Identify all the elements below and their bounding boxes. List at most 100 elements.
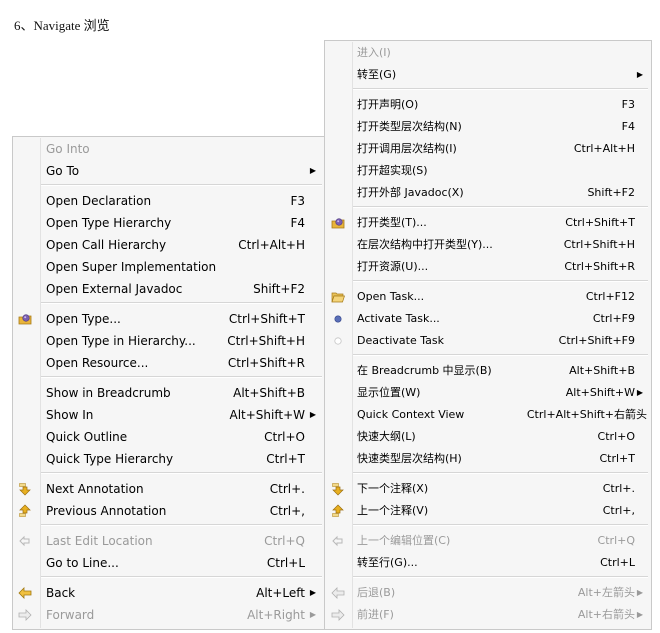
navigate-menu-en: Go Into Go To ▶ Open Declaration F3 Open… <box>12 136 326 630</box>
menu-item-open-type[interactable]: Open Type... Ctrl+Shift+T <box>13 308 325 330</box>
menu-item-label: Open Declaration <box>46 194 152 208</box>
menu-item-label: Next Annotation <box>46 482 144 496</box>
chevron-right-icon: ▶ <box>309 610 316 619</box>
menu-item-shortcut: F4 <box>621 120 635 133</box>
menu-item-shortcut: Ctrl+T <box>599 452 635 465</box>
menu-separator <box>41 524 322 526</box>
menu-item-open-resource[interactable]: Open Resource... Ctrl+Shift+R <box>13 352 325 374</box>
menu-item-label: Open Call Hierarchy <box>46 238 167 252</box>
menu-separator <box>353 354 648 356</box>
menu-item-show-in-breadcrumb[interactable]: 在 Breadcrumb 中显示(B) Alt+Shift+B <box>325 360 651 382</box>
menu-item-open-call-hierarchy[interactable]: 打开调用层次结构(I) Ctrl+Alt+H <box>325 138 651 160</box>
menu-separator <box>353 472 648 474</box>
menu-item-quick-outline[interactable]: Quick Outline Ctrl+O <box>13 426 325 448</box>
menu-item-show-in-breadcrumb[interactable]: Show in Breadcrumb Alt+Shift+B <box>13 382 325 404</box>
menu-item-quick-outline[interactable]: 快速大纲(L) Ctrl+O <box>325 426 651 448</box>
menu-item-shortcut: Ctrl+L <box>266 556 305 570</box>
menu-item-open-type-hierarchy[interactable]: Open Type Hierarchy F4 <box>13 212 325 234</box>
menu-item-back[interactable]: Back Alt+Left ▶ <box>13 582 325 604</box>
menu-item-shortcut: Ctrl+Alt+H <box>573 142 635 155</box>
menu-item-open-type[interactable]: 打开类型(T)... Ctrl+Shift+T <box>325 212 651 234</box>
menu-item-show-in[interactable]: Show In Alt+Shift+W ▶ <box>13 404 325 426</box>
menu-item-open-external-javadoc[interactable]: Open External Javadoc Shift+F2 <box>13 278 325 300</box>
menu-item-quick-type-hierarchy[interactable]: Quick Type Hierarchy Ctrl+T <box>13 448 325 470</box>
menu-item-open-super-implementation[interactable]: 打开超实现(S) <box>325 160 651 182</box>
menu-item-previous-annotation[interactable]: Previous Annotation Ctrl+, <box>13 500 325 522</box>
menu-item-shortcut: Ctrl+Alt+H <box>238 238 305 252</box>
folder-open-icon <box>331 292 345 303</box>
menu-separator <box>41 302 322 304</box>
menu-item-shortcut: Ctrl+Shift+T <box>228 312 305 326</box>
menu-item-back[interactable]: 后退(B) Alt+左箭头 ▶ <box>325 582 651 604</box>
back-arrow-icon <box>18 587 32 599</box>
menu-item-shortcut: Ctrl+F12 <box>585 290 635 303</box>
menu-item-last-edit-location[interactable]: Last Edit Location Ctrl+Q <box>13 530 325 552</box>
menu-item-shortcut: Ctrl+Shift+R <box>227 356 305 370</box>
menu-item-shortcut: Ctrl+Shift+T <box>565 216 635 229</box>
menu-item-last-edit-location[interactable]: 上一个编辑位置(C) Ctrl+Q <box>325 530 651 552</box>
menu-item-open-external-javadoc[interactable]: 打开外部 Javadoc(X) Shift+F2 <box>325 182 651 204</box>
menu-item-forward[interactable]: Forward Alt+Right ▶ <box>13 604 325 626</box>
menu-item-open-super-implementation[interactable]: Open Super Implementation <box>13 256 325 278</box>
menu-item-shortcut: Ctrl+, <box>602 504 635 517</box>
menu-item-open-type-in-hierarchy[interactable]: Open Type in Hierarchy... Ctrl+Shift+H <box>13 330 325 352</box>
chevron-right-icon: ▶ <box>636 588 643 597</box>
menu-item-forward[interactable]: 前进(F) Alt+右箭头 ▶ <box>325 604 651 626</box>
menu-item-go-into[interactable]: Go Into <box>13 138 325 160</box>
menu-item-label: Open Type... <box>46 312 121 326</box>
menu-item-go-to-line[interactable]: Go to Line... Ctrl+L <box>13 552 325 574</box>
menu-item-quick-context-view[interactable]: Quick Context View Ctrl+Alt+Shift+右箭头 <box>325 404 651 426</box>
menu-separator <box>353 576 648 578</box>
menu-item-label: Show In <box>46 408 94 422</box>
menu-item-open-call-hierarchy[interactable]: Open Call Hierarchy Ctrl+Alt+H <box>13 234 325 256</box>
menu-item-label: 在层次结构中打开类型(Y)... <box>357 238 493 251</box>
up-arrow-annotation-icon <box>19 504 31 517</box>
menu-item-open-declaration[interactable]: 打开声明(O) F3 <box>325 94 651 116</box>
menu-item-shortcut: Ctrl+L <box>600 556 635 569</box>
menu-item-go-to-line[interactable]: 转至行(G)... Ctrl+L <box>325 552 651 574</box>
menu-item-shortcut: Alt+右箭头 <box>577 608 635 621</box>
menu-item-open-type-hierarchy[interactable]: 打开类型层次结构(N) F4 <box>325 116 651 138</box>
menu-item-label: Last Edit Location <box>46 534 153 548</box>
menu-item-shortcut: Ctrl+F9 <box>592 312 635 325</box>
navigate-menu-zh: 进入(I) 转至(G) ▶ 打开声明(O) F3 打开类型层次结构(N) F4 … <box>324 40 652 630</box>
menu-item-shortcut: Ctrl+O <box>597 430 635 443</box>
menu-item-show-in[interactable]: 显示位置(W) Alt+Shift+W ▶ <box>325 382 651 404</box>
menu-item-label: 上一个编辑位置(C) <box>357 534 451 547</box>
menu-item-activate-task[interactable]: Activate Task... Ctrl+F9 <box>325 308 651 330</box>
menu-item-shortcut: Ctrl+Shift+H <box>563 238 635 251</box>
menu-separator <box>41 376 322 378</box>
menu-item-label: Quick Outline <box>46 430 128 444</box>
inactive-task-dot-icon <box>334 337 342 345</box>
menu-item-label: Open External Javadoc <box>46 282 183 296</box>
menu-item-open-task[interactable]: Open Task... Ctrl+F12 <box>325 286 651 308</box>
menu-item-label: Previous Annotation <box>46 504 167 518</box>
menu-item-shortcut: F4 <box>290 216 305 230</box>
menu-item-label: Go to Line... <box>46 556 119 570</box>
menu-item-label: 后退(B) <box>357 586 396 599</box>
menu-item-label: 进入(I) <box>357 46 391 59</box>
menu-item-go-to[interactable]: 转至(G) ▶ <box>325 64 651 86</box>
menu-item-open-resource[interactable]: 打开资源(U)... Ctrl+Shift+R <box>325 256 651 278</box>
menu-item-quick-type-hierarchy[interactable]: 快速类型层次结构(H) Ctrl+T <box>325 448 651 470</box>
menu-separator <box>353 280 648 282</box>
menu-item-shortcut: Shift+F2 <box>587 186 635 199</box>
menu-item-shortcut: Ctrl+. <box>269 482 305 496</box>
menu-item-next-annotation[interactable]: Next Annotation Ctrl+. <box>13 478 325 500</box>
menu-item-previous-annotation[interactable]: 上一个注释(V) Ctrl+, <box>325 500 651 522</box>
open-type-icon <box>18 314 32 325</box>
menu-item-deactivate-task[interactable]: Deactivate Task Ctrl+Shift+F9 <box>325 330 651 352</box>
menu-item-shortcut: Alt+Shift+B <box>233 386 305 400</box>
forward-arrow-icon <box>18 609 32 621</box>
menu-item-go-into[interactable]: 进入(I) <box>325 42 651 64</box>
menu-item-open-type-in-hierarchy[interactable]: 在层次结构中打开类型(Y)... Ctrl+Shift+H <box>325 234 651 256</box>
menu-item-next-annotation[interactable]: 下一个注释(X) Ctrl+. <box>325 478 651 500</box>
menu-item-label: Open Type Hierarchy <box>46 216 172 230</box>
menu-separator <box>353 206 648 208</box>
chevron-right-icon: ▶ <box>309 166 316 175</box>
menu-item-go-to[interactable]: Go To ▶ <box>13 160 325 182</box>
menu-item-open-declaration[interactable]: Open Declaration F3 <box>13 190 325 212</box>
back-arrow-icon <box>331 587 345 599</box>
menu-item-shortcut: Alt+Right <box>247 608 305 622</box>
menu-item-shortcut: Shift+F2 <box>253 282 305 296</box>
